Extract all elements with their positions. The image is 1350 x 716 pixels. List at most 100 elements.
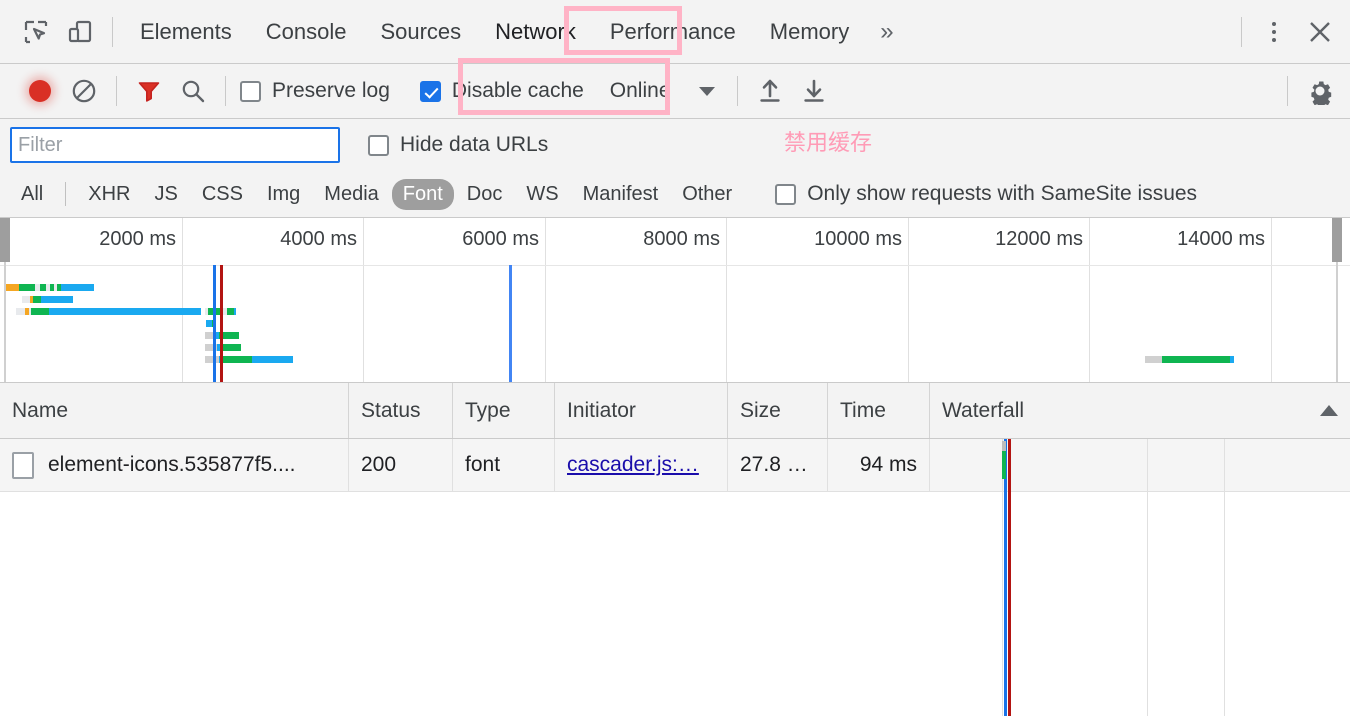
overview-bar-segment — [49, 308, 201, 315]
column-header-time[interactable]: Time — [828, 383, 930, 438]
toolbar-divider-1 — [116, 76, 117, 106]
type-filter-ws[interactable]: WS — [515, 179, 569, 210]
hide-data-urls-box[interactable] — [368, 134, 389, 156]
overview-bar-segment — [1162, 356, 1230, 363]
tab-elements[interactable]: Elements — [123, 0, 249, 63]
more-options-icon[interactable] — [1252, 10, 1296, 54]
disable-cache-checkbox[interactable]: Disable cache — [419, 79, 584, 103]
type-filter-other[interactable]: Other — [671, 179, 743, 210]
chevron-down-icon — [698, 86, 715, 96]
throttling-value: Online — [609, 79, 671, 102]
column-header-status[interactable]: Status — [349, 383, 453, 438]
preserve-log-checkbox[interactable]: Preserve log — [240, 79, 390, 103]
tabbar-right-controls — [1231, 10, 1344, 54]
search-button[interactable] — [171, 69, 215, 113]
type-filter-all[interactable]: All — [10, 179, 54, 210]
cell-size: 27.8 … — [728, 439, 828, 491]
overview-tick-label: 10000 ms — [814, 228, 902, 250]
toolbar-divider-3 — [736, 76, 738, 106]
waterfall-load-event-line — [1008, 439, 1011, 716]
samesite-issues-box[interactable] — [775, 183, 797, 205]
waterfall-request-bar-segment — [1002, 441, 1006, 451]
filter-input[interactable] — [10, 127, 340, 163]
overview-left-handle[interactable] — [0, 218, 10, 262]
close-icon[interactable] — [1296, 10, 1344, 54]
overview-right-handle-line — [1336, 262, 1338, 382]
overview-request-bar — [205, 356, 293, 363]
waterfall-gridline — [1224, 439, 1225, 716]
column-header-label: Type — [465, 398, 511, 422]
more-tabs-icon[interactable]: » — [866, 0, 907, 63]
preserve-log-box[interactable] — [240, 80, 261, 102]
hide-data-urls-checkbox[interactable]: Hide data URLs — [368, 133, 548, 157]
column-header-waterfall[interactable]: Waterfall — [930, 383, 1350, 438]
column-header-size[interactable]: Size — [728, 383, 828, 438]
overview-tick-label: 2000 ms — [99, 228, 176, 250]
column-header-type[interactable]: Type — [453, 383, 555, 438]
record-button[interactable] — [18, 69, 62, 113]
preserve-log-label: Preserve log — [272, 79, 390, 102]
network-overview-timeline[interactable]: 2000 ms 4000 ms 6000 ms 8000 ms 10000 ms 1200… — [0, 218, 1350, 383]
cell-initiator: cascader.js:… — [555, 439, 728, 491]
overview-load-event-line — [220, 265, 223, 382]
tab-sources[interactable]: Sources — [363, 0, 478, 63]
tab-console[interactable]: Console — [249, 0, 364, 63]
overview-bar-segment — [234, 308, 236, 315]
settings-button[interactable] — [1298, 69, 1342, 113]
column-header-label: Name — [12, 398, 69, 422]
overview-request-bar — [1145, 356, 1234, 363]
overview-left-handle-line — [4, 262, 6, 382]
type-filter-font[interactable]: Font — [391, 178, 454, 210]
cell-name: element-icons.535877f5.... — [0, 439, 349, 491]
type-filter-doc[interactable]: Doc — [456, 179, 514, 210]
column-header-label: Status — [361, 398, 421, 422]
column-header-initiator[interactable]: Initiator — [555, 383, 728, 438]
toolbar-divider-2 — [225, 76, 226, 106]
inspect-element-icon[interactable] — [14, 10, 58, 54]
type-filter-divider — [65, 182, 67, 206]
type-filter-media[interactable]: Media — [313, 179, 389, 210]
cell-waterfall — [930, 439, 1350, 491]
column-header-label: Waterfall — [942, 398, 1025, 422]
overview-dom-content-loaded-2-line — [509, 265, 512, 382]
type-filter-manifest[interactable]: Manifest — [572, 179, 670, 210]
export-har-button[interactable] — [792, 69, 836, 113]
column-header-label: Initiator — [567, 398, 636, 422]
overview-bar-segment — [61, 284, 94, 291]
hide-data-urls-label: Hide data URLs — [400, 133, 549, 156]
samesite-issues-label: Only show requests with SameSite issues — [807, 182, 1198, 205]
clear-button[interactable] — [62, 69, 106, 113]
overview-bar-segment — [252, 356, 293, 363]
throttling-dropdown[interactable]: Online — [610, 79, 715, 103]
cell-time: 94 ms — [828, 439, 930, 491]
network-toolbar: Preserve log Disable cache Online — [0, 64, 1350, 119]
type-filter-js[interactable]: JS — [143, 179, 188, 210]
column-header-label: Time — [840, 398, 886, 422]
column-header-label: Size — [740, 398, 781, 422]
column-header-name[interactable]: Name — [0, 383, 349, 438]
overview-bar-segment — [221, 344, 241, 351]
device-toolbar-icon[interactable] — [58, 10, 102, 54]
overview-bar-segment — [5, 284, 19, 291]
type-filter-img[interactable]: Img — [256, 179, 311, 210]
waterfall-dom-content-loaded-line — [1004, 439, 1007, 716]
disable-cache-label: Disable cache — [451, 79, 584, 102]
requests-table: Name Status Type Initiator Size Time Waterfall… — [0, 383, 1350, 716]
sort-ascending-icon — [1320, 405, 1338, 416]
import-har-button[interactable] — [748, 69, 792, 113]
tab-network[interactable]: Network — [478, 0, 593, 63]
overview-bar-segment — [205, 356, 219, 363]
overview-tick-label: 14000 ms — [1177, 228, 1265, 250]
requests-table-header: Name Status Type Initiator Size Time Waterfall — [0, 383, 1350, 439]
type-filter-xhr[interactable]: XHR — [77, 179, 141, 210]
tab-memory[interactable]: Memory — [753, 0, 866, 63]
overview-request-bars — [0, 265, 1350, 382]
initiator-link[interactable]: cascader.js:… — [567, 453, 699, 477]
type-filter-css[interactable]: CSS — [191, 179, 254, 210]
disable-cache-box[interactable] — [419, 80, 441, 102]
samesite-issues-checkbox[interactable]: Only show requests with SameSite issues — [775, 182, 1197, 206]
tab-performance[interactable]: Performance — [593, 0, 753, 63]
filter-toggle-button[interactable] — [127, 69, 171, 113]
overview-right-handle[interactable] — [1332, 218, 1342, 262]
overview-bar-segment — [31, 308, 49, 315]
